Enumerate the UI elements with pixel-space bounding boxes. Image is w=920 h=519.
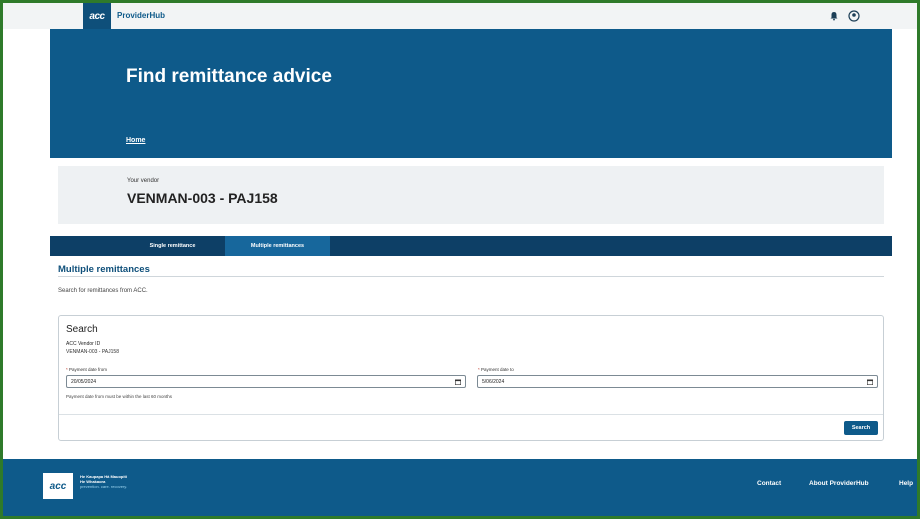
calendar-icon[interactable] [867,379,873,385]
payment-date-from-input[interactable]: 20/05/2024 [66,375,466,388]
top-bar: acc ProviderHub [3,3,917,29]
date-hint: Payment date from must be within the las… [66,394,173,399]
payment-date-to-value: 5/06/2024 [482,378,505,385]
vendor-panel: Your vendor VENMAN-003 - PAJ158 [58,166,884,224]
payment-date-to-label: * Payment date to [478,367,514,372]
vendor-id-value: VENMAN-003 - PAJ158 [66,349,119,355]
breadcrumb-home-link[interactable]: Home [126,137,145,144]
footer-tagline: He Kaupapa Hā Mauopiti He Whakaora preve… [80,474,128,489]
acc-footer-logo[interactable]: acc [43,473,73,499]
page-hero: Find remittance advice Home [50,29,892,158]
calendar-icon[interactable] [455,379,461,385]
footer: acc He Kaupapa Hā Mauopiti He Whakaora p… [3,459,917,516]
card-divider [59,414,883,415]
vendor-label: Your vendor [127,178,160,184]
payment-date-from-label: * Payment date from [66,367,108,372]
vendor-id-label: ACC Vendor ID [66,341,101,347]
tab-bar: Single remittance Multiple remittances [50,236,892,256]
vendor-value: VENMAN-003 - PAJ158 [127,190,278,206]
tab-single-remittance[interactable]: Single remittance [120,236,225,256]
footer-link-contact[interactable]: Contact [757,480,781,487]
section-description: Search for remittances from ACC. [58,288,148,294]
payment-date-to-input[interactable]: 5/06/2024 [477,375,878,388]
bell-icon[interactable] [829,11,839,21]
section-divider [58,276,884,277]
footer-link-about[interactable]: About ProviderHub [809,480,869,487]
brand-name[interactable]: ProviderHub [117,11,165,20]
tab-multiple-remittances[interactable]: Multiple remittances [225,236,330,256]
section-title: Multiple remittances [58,264,150,275]
search-card: Search ACC Vendor ID VENMAN-003 - PAJ158… [58,315,884,441]
search-card-title: Search [66,324,98,335]
page-title: Find remittance advice [126,66,332,87]
payment-date-from-value: 20/05/2024 [71,378,97,385]
acc-logo[interactable]: acc [83,3,111,29]
user-icon[interactable] [848,10,860,22]
search-button[interactable]: Search [844,421,878,435]
footer-link-help[interactable]: Help [899,480,913,487]
